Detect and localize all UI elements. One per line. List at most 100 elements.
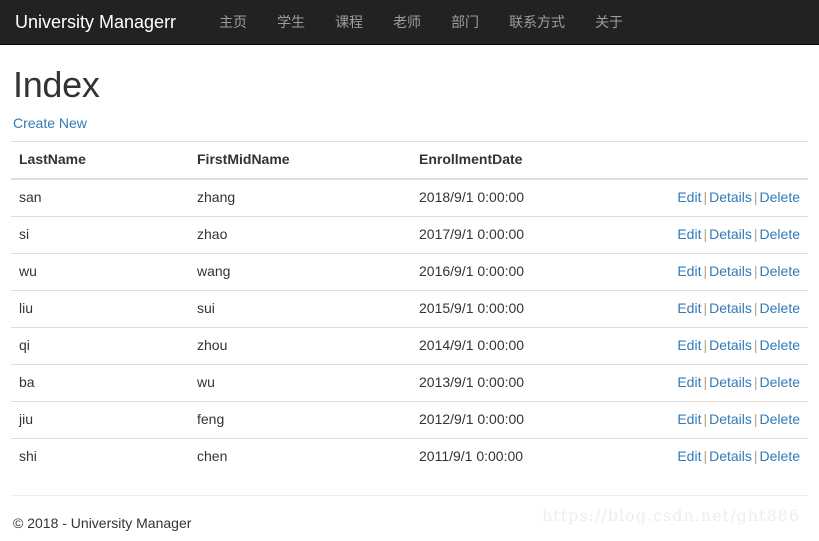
cell-enrollmentdate: 2013/9/1 0:00:00: [411, 363, 661, 402]
delete-link[interactable]: Delete: [760, 448, 800, 464]
create-new-link[interactable]: Create New: [13, 115, 87, 131]
column-header-enrollmentdate: EnrollmentDate: [411, 140, 661, 180]
column-header-firstmidname: FirstMidName: [189, 140, 411, 180]
cell-actions: Edit | Details | Delete: [661, 178, 808, 217]
cell-enrollmentdate: 2011/9/1 0:00:00: [411, 437, 661, 476]
action-separator: |: [753, 262, 758, 279]
cell-lastname: qi: [11, 326, 189, 365]
cell-firstmidname: zhao: [189, 215, 411, 254]
action-separator: |: [703, 447, 708, 464]
cell-enrollmentdate: 2018/9/1 0:00:00: [411, 178, 661, 217]
column-header-actions: [661, 140, 808, 180]
delete-link[interactable]: Delete: [760, 337, 800, 353]
action-separator: |: [703, 336, 708, 353]
nav-link-about[interactable]: 关于: [580, 12, 638, 32]
cell-actions: Edit | Details | Delete: [661, 252, 808, 291]
nav-item-instructors[interactable]: 老师: [378, 0, 436, 45]
action-separator: |: [753, 410, 758, 427]
watermark-text: https://blog.csdn.net/ght886: [541, 506, 800, 526]
table-row: jiu feng 2012/9/1 0:00:00 Edit | Details | Dele…: [11, 400, 808, 439]
cell-lastname: san: [11, 178, 189, 217]
cell-lastname: liu: [11, 289, 189, 328]
details-link[interactable]: Details: [709, 411, 752, 427]
nav-item-students[interactable]: 学生: [262, 0, 320, 45]
cell-lastname: jiu: [11, 400, 189, 439]
edit-link[interactable]: Edit: [677, 189, 701, 205]
table-row: liu sui 2015/9/1 0:00:00 Edit | Details | Delet…: [11, 289, 808, 328]
cell-actions: Edit | Details | Delete: [661, 363, 808, 402]
delete-link[interactable]: Delete: [760, 263, 800, 279]
nav-link-instructors[interactable]: 老师: [378, 12, 436, 32]
details-link[interactable]: Details: [709, 300, 752, 316]
nav-link-contact[interactable]: 联系方式: [494, 12, 580, 32]
cell-enrollmentdate: 2015/9/1 0:00:00: [411, 289, 661, 328]
cell-firstmidname: zhang: [189, 178, 411, 217]
edit-link[interactable]: Edit: [677, 263, 701, 279]
edit-link[interactable]: Edit: [677, 411, 701, 427]
navbar-brand[interactable]: University Managerr: [15, 12, 176, 32]
details-link[interactable]: Details: [709, 189, 752, 205]
details-link[interactable]: Details: [709, 226, 752, 242]
table-row: shi chen 2011/9/1 0:00:00 Edit | Details | Dele…: [11, 437, 808, 476]
column-header-lastname: LastName: [11, 140, 189, 180]
table-row: wu wang 2016/9/1 0:00:00 Edit | Details | Delet…: [11, 252, 808, 291]
table-header-row: LastName FirstMidName EnrollmentDate: [11, 140, 808, 180]
cell-firstmidname: chen: [189, 437, 411, 476]
cell-enrollmentdate: 2016/9/1 0:00:00: [411, 252, 661, 291]
cell-lastname: ba: [11, 363, 189, 402]
nav-item-home[interactable]: 主页: [204, 0, 262, 45]
action-separator: |: [753, 188, 758, 205]
navbar-nav-list: 主页 学生 课程 老师 部门 联系方式 关于: [204, 0, 638, 45]
table-head: LastName FirstMidName EnrollmentDate: [11, 140, 808, 180]
details-link[interactable]: Details: [709, 374, 752, 390]
delete-link[interactable]: Delete: [760, 189, 800, 205]
cell-enrollmentdate: 2017/9/1 0:00:00: [411, 215, 661, 254]
details-link[interactable]: Details: [709, 448, 752, 464]
action-separator: |: [703, 262, 708, 279]
nav-item-about[interactable]: 关于: [580, 0, 638, 45]
main-navbar: University Managerr 主页 学生 课程 老师 部门 联系方式 …: [0, 0, 819, 45]
action-separator: |: [703, 188, 708, 205]
nav-link-departments[interactable]: 部门: [436, 12, 494, 32]
action-separator: |: [753, 299, 758, 316]
cell-lastname: wu: [11, 252, 189, 291]
cell-firstmidname: wang: [189, 252, 411, 291]
action-separator: |: [703, 299, 708, 316]
nav-link-students[interactable]: 学生: [262, 12, 320, 32]
cell-firstmidname: zhou: [189, 326, 411, 365]
edit-link[interactable]: Edit: [677, 300, 701, 316]
cell-actions: Edit | Details | Delete: [661, 326, 808, 365]
page-title: Index: [13, 64, 100, 105]
cell-lastname: shi: [11, 437, 189, 476]
cell-lastname: si: [11, 215, 189, 254]
table-row: ba wu 2013/9/1 0:00:00 Edit | Details | Delete: [11, 363, 808, 402]
action-separator: |: [753, 225, 758, 242]
action-separator: |: [753, 447, 758, 464]
table-body: san zhang 2018/9/1 0:00:00 Edit | Details | Del…: [11, 178, 808, 476]
cell-actions: Edit | Details | Delete: [661, 400, 808, 439]
students-table: LastName FirstMidName EnrollmentDate san…: [11, 140, 808, 476]
edit-link[interactable]: Edit: [677, 374, 701, 390]
nav-link-home[interactable]: 主页: [204, 12, 262, 32]
delete-link[interactable]: Delete: [760, 300, 800, 316]
table-row: san zhang 2018/9/1 0:00:00 Edit | Details | Del…: [11, 178, 808, 217]
table-row: si zhao 2017/9/1 0:00:00 Edit | Details | Delet…: [11, 215, 808, 254]
edit-link[interactable]: Edit: [677, 337, 701, 353]
delete-link[interactable]: Delete: [760, 226, 800, 242]
action-separator: |: [703, 225, 708, 242]
cell-firstmidname: feng: [189, 400, 411, 439]
cell-actions: Edit | Details | Delete: [661, 437, 808, 476]
cell-firstmidname: wu: [189, 363, 411, 402]
nav-link-courses[interactable]: 课程: [320, 12, 378, 32]
delete-link[interactable]: Delete: [760, 374, 800, 390]
nav-item-courses[interactable]: 课程: [320, 0, 378, 45]
details-link[interactable]: Details: [709, 263, 752, 279]
edit-link[interactable]: Edit: [677, 226, 701, 242]
edit-link[interactable]: Edit: [677, 448, 701, 464]
create-new-wrapper: Create New: [13, 115, 808, 141]
delete-link[interactable]: Delete: [760, 411, 800, 427]
nav-item-contact[interactable]: 联系方式: [494, 0, 580, 45]
nav-item-departments[interactable]: 部门: [436, 0, 494, 45]
cell-firstmidname: sui: [189, 289, 411, 328]
details-link[interactable]: Details: [709, 337, 752, 353]
